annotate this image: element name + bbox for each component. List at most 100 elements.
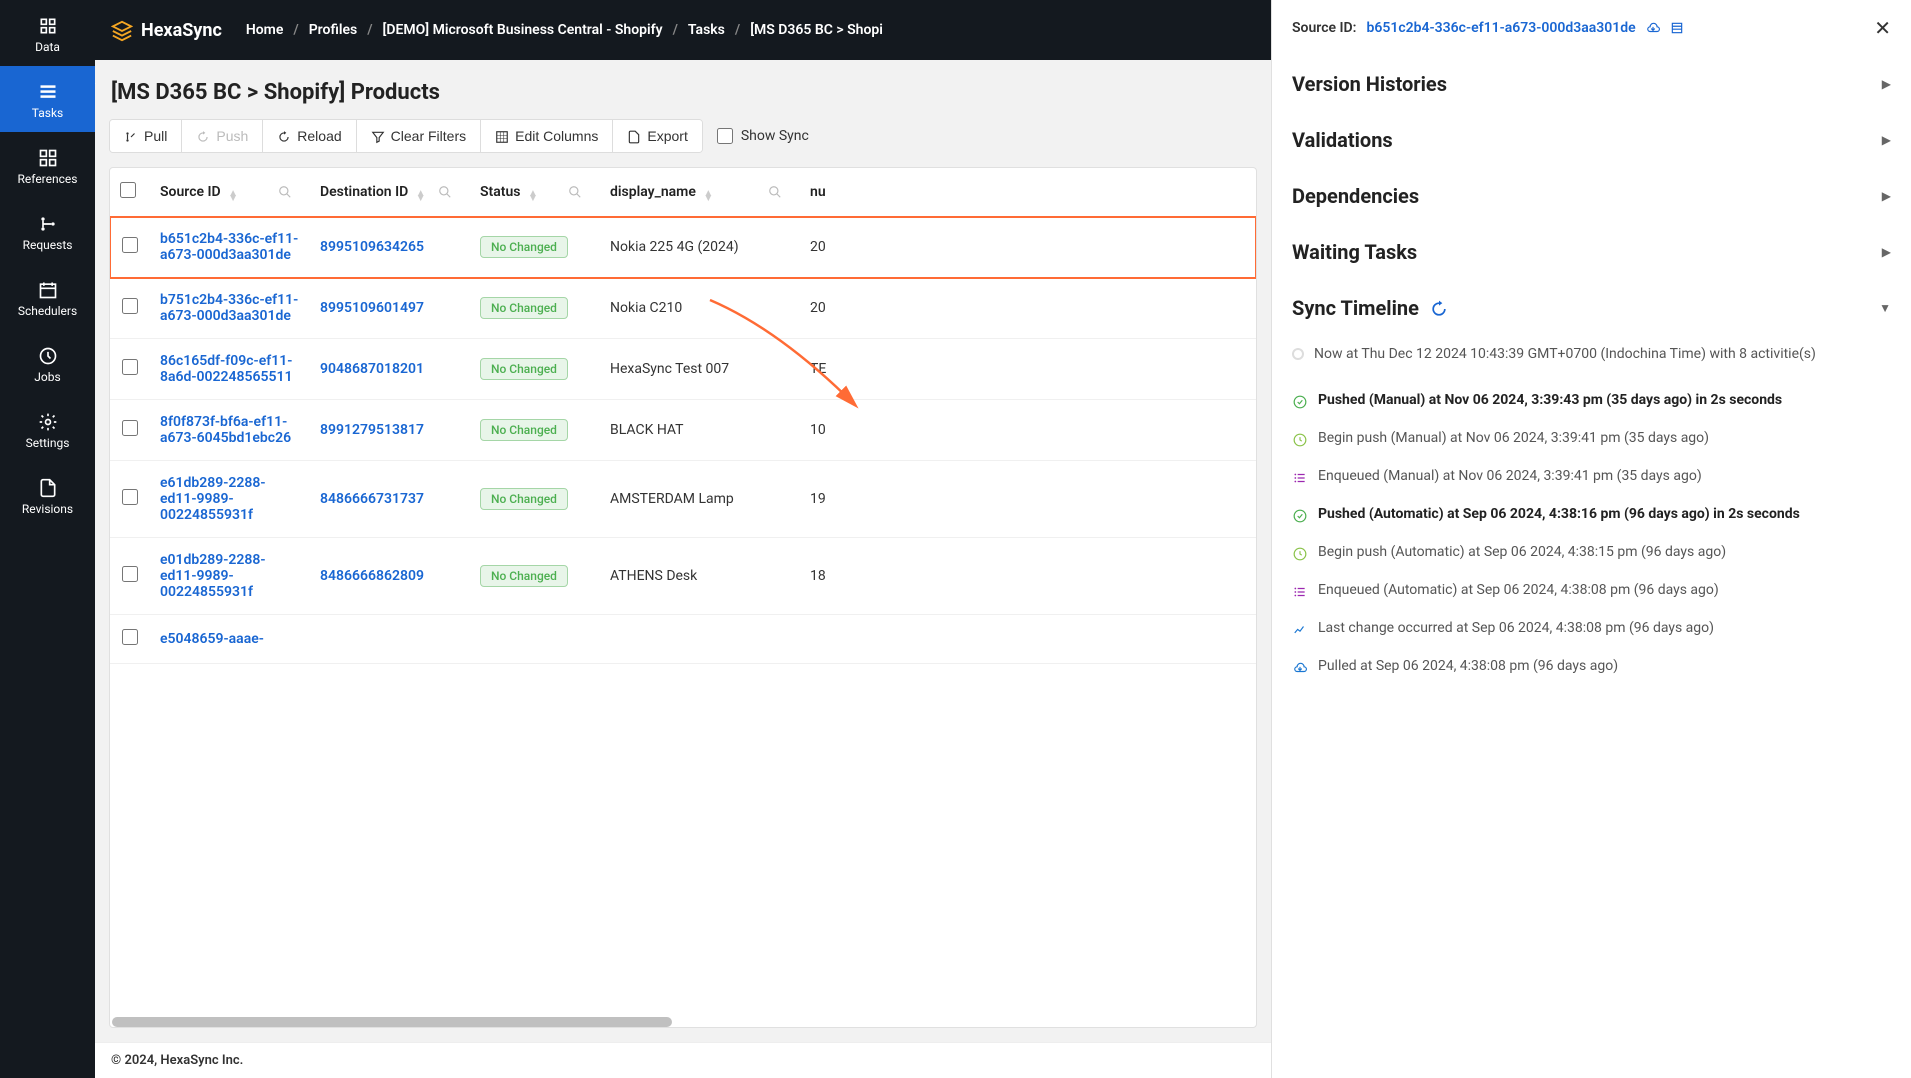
data-table: Source ID ▲▼ Destination ID ▲▼: [110, 168, 1256, 664]
show-sync-toggle[interactable]: Show Sync: [717, 128, 809, 144]
nav-schedulers[interactable]: Schedulers: [0, 264, 95, 330]
pull-button[interactable]: Pull: [110, 120, 182, 152]
section-version-histories[interactable]: Version Histories ▶: [1292, 56, 1891, 112]
list-icon[interactable]: [1670, 20, 1684, 36]
destination-id-link[interactable]: 9048687018201: [320, 361, 424, 377]
clock-icon: [1292, 432, 1308, 448]
data-table-container[interactable]: Source ID ▲▼ Destination ID ▲▼: [109, 167, 1257, 1028]
source-id-link[interactable]: b651c2b4-336c-ef11-a673-000d3aa301de: [1366, 20, 1635, 36]
logo-icon: [111, 18, 133, 43]
section-dependencies[interactable]: Dependencies ▶: [1292, 168, 1891, 224]
breadcrumb-home[interactable]: Home: [246, 22, 284, 38]
reload-icon: [277, 128, 291, 144]
search-icon[interactable]: [278, 184, 292, 200]
export-button[interactable]: Export: [613, 120, 701, 152]
nav-settings[interactable]: Settings: [0, 396, 95, 462]
nav-references[interactable]: References: [0, 132, 95, 198]
revisions-icon: [38, 474, 58, 498]
row-checkbox[interactable]: [122, 359, 138, 375]
breadcrumb-current: [MS D365 BC > Shopi: [750, 22, 883, 38]
display-name-cell: HexaSync Test 007: [600, 339, 800, 400]
table-row[interactable]: e61db289-2288-ed11-9989-00224855931f 848…: [110, 461, 1256, 538]
table-row[interactable]: e5048659-aaae-: [110, 615, 1256, 664]
nu-cell: 20: [800, 278, 1256, 339]
timeline-entry: Pushed (Automatic) at Sep 06 2024, 4:38:…: [1292, 496, 1891, 534]
source-id-link[interactable]: 86c165df-f09c-ef11-8a6d-002248565511: [160, 353, 293, 385]
source-id-link[interactable]: e01db289-2288-ed11-9989-00224855931f: [160, 552, 266, 600]
status-badge: No Changed: [480, 358, 568, 380]
breadcrumb-profiles[interactable]: Profiles: [309, 22, 357, 38]
select-all-checkbox[interactable]: [120, 182, 136, 198]
nav-label: References: [18, 172, 78, 186]
breadcrumb-tasks[interactable]: Tasks: [688, 22, 725, 38]
source-id-link[interactable]: 8f0f873f-bf6a-ef11-a673-6045bd1ebc26: [160, 414, 291, 446]
success-icon: [1292, 508, 1308, 524]
section-sync-timeline[interactable]: Sync Timeline ▼: [1292, 280, 1891, 336]
chart-icon: [1292, 622, 1308, 638]
section-waiting-tasks[interactable]: Waiting Tasks ▶: [1292, 224, 1891, 280]
row-checkbox[interactable]: [122, 566, 138, 582]
source-id-link[interactable]: b751c2b4-336c-ef11-a673-000d3aa301de: [160, 292, 298, 324]
edit-columns-button[interactable]: Edit Columns: [481, 120, 613, 152]
destination-id-link[interactable]: 8995109634265: [320, 239, 424, 255]
source-id-link[interactable]: e61db289-2288-ed11-9989-00224855931f: [160, 475, 266, 523]
nav-label: Data: [35, 40, 60, 54]
timeline-now: Now at Thu Dec 12 2024 10:43:39 GMT+0700…: [1292, 336, 1891, 382]
table-row[interactable]: b651c2b4-336c-ef11-a673-000d3aa301de 899…: [110, 217, 1256, 278]
cloud-download-icon[interactable]: [1646, 20, 1660, 36]
nav-requests[interactable]: Requests: [0, 198, 95, 264]
col-nu[interactable]: nu: [800, 168, 1256, 217]
breadcrumb: Home / Profiles / [DEMO] Microsoft Busin…: [246, 22, 883, 38]
nav-data[interactable]: Data ▶: [0, 0, 95, 66]
row-checkbox[interactable]: [122, 629, 138, 645]
close-icon[interactable]: ✕: [1874, 16, 1891, 40]
col-display-name[interactable]: display_name ▲▼: [600, 168, 800, 217]
push-icon: [196, 128, 210, 144]
sort-icon: ▲▼: [703, 191, 713, 201]
search-icon[interactable]: [568, 184, 582, 200]
pull-icon: [124, 128, 138, 144]
cloud-download-icon: [1292, 660, 1308, 676]
destination-id-link[interactable]: 8486666731737: [320, 491, 424, 507]
nav-jobs[interactable]: Jobs: [0, 330, 95, 396]
table-row[interactable]: 86c165df-f09c-ef11-8a6d-002248565511 904…: [110, 339, 1256, 400]
source-id-link[interactable]: b651c2b4-336c-ef11-a673-000d3aa301de: [160, 231, 298, 263]
nav-revisions[interactable]: Revisions: [0, 462, 95, 528]
success-icon: [1292, 394, 1308, 410]
caret-right-icon: ▶: [1882, 189, 1891, 203]
clock-icon: [1292, 546, 1308, 562]
clear-filters-button[interactable]: Clear Filters: [357, 120, 481, 152]
timeline-entry: Begin push (Automatic) at Sep 06 2024, 4…: [1292, 534, 1891, 572]
col-source-id[interactable]: Source ID ▲▼: [150, 168, 310, 217]
col-status[interactable]: Status ▲▼: [470, 168, 600, 217]
now-dot-icon: [1292, 348, 1304, 360]
breadcrumb-profile[interactable]: [DEMO] Microsoft Business Central - Shop…: [383, 22, 663, 38]
row-checkbox[interactable]: [122, 420, 138, 436]
timeline-entry: Enqueued (Automatic) at Sep 06 2024, 4:3…: [1292, 572, 1891, 610]
col-destination-id[interactable]: Destination ID ▲▼: [310, 168, 470, 217]
table-row[interactable]: e01db289-2288-ed11-9989-00224855931f 848…: [110, 538, 1256, 615]
source-id-link[interactable]: e5048659-aaae-: [160, 631, 264, 647]
timeline-entry: Enqueued (Manual) at Nov 06 2024, 3:39:4…: [1292, 458, 1891, 496]
row-checkbox[interactable]: [122, 489, 138, 505]
destination-id-link[interactable]: 8486666862809: [320, 568, 424, 584]
table-row[interactable]: 8f0f873f-bf6a-ef11-a673-6045bd1ebc26 899…: [110, 400, 1256, 461]
nav-tasks[interactable]: Tasks: [0, 66, 95, 132]
section-validations[interactable]: Validations ▶: [1292, 112, 1891, 168]
search-icon[interactable]: [768, 184, 782, 200]
destination-id-link[interactable]: 8995109601497: [320, 300, 424, 316]
refresh-icon[interactable]: [1429, 297, 1449, 318]
timeline-text: Last change occurred at Sep 06 2024, 4:3…: [1318, 620, 1714, 636]
display-name-cell: BLACK HAT: [600, 400, 800, 461]
row-checkbox[interactable]: [122, 237, 138, 253]
horizontal-scrollbar[interactable]: [112, 1017, 672, 1027]
logo[interactable]: HexaSync: [111, 18, 222, 43]
tasks-icon: [38, 78, 58, 102]
row-checkbox[interactable]: [122, 298, 138, 314]
reload-button[interactable]: Reload: [263, 120, 356, 152]
search-icon[interactable]: [438, 184, 452, 200]
table-row[interactable]: b751c2b4-336c-ef11-a673-000d3aa301de 899…: [110, 278, 1256, 339]
detail-panel: Source ID: b651c2b4-336c-ef11-a673-000d3…: [1271, 0, 1911, 1078]
destination-id-link[interactable]: 8991279513817: [320, 422, 424, 438]
show-sync-checkbox[interactable]: [717, 128, 733, 144]
